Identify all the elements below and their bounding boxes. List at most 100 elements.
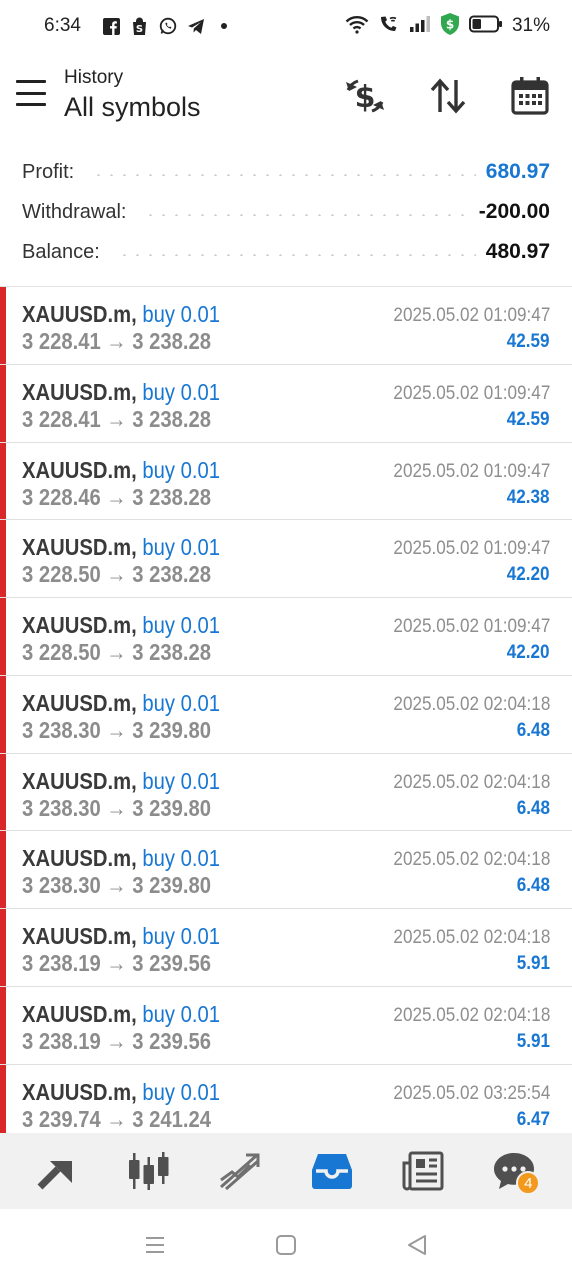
arrow-icon: → bbox=[106, 561, 127, 588]
trade-action: buy 0.01 bbox=[142, 1078, 220, 1105]
arrow-icon: → bbox=[106, 872, 127, 899]
close-price: 3 238.28 bbox=[132, 483, 212, 510]
trade-type-bar bbox=[0, 287, 6, 364]
trade-row[interactable]: XAUUSD.m, buy 0.01 3 228.41 → 3 238.28 2… bbox=[0, 364, 572, 443]
trade-symbol: XAUUSD.m, buy 0.01 bbox=[22, 612, 220, 639]
currency-exchange-button[interactable]: $ bbox=[343, 74, 387, 118]
nav-history[interactable] bbox=[302, 1141, 362, 1201]
menu-button[interactable] bbox=[16, 80, 46, 106]
whatsapp-icon bbox=[159, 17, 177, 35]
trade-row[interactable]: XAUUSD.m, buy 0.01 3 238.19 → 3 239.56 2… bbox=[0, 986, 572, 1065]
close-price: 3 238.28 bbox=[132, 639, 212, 665]
trade-time: 2025.05.02 02:04:18 bbox=[393, 693, 550, 715]
svg-text:S: S bbox=[136, 24, 143, 35]
trade-row[interactable]: XAUUSD.m, buy 0.01 3 238.30 → 3 239.80 2… bbox=[0, 675, 572, 754]
nav-chart[interactable] bbox=[119, 1141, 179, 1201]
calendar-button[interactable] bbox=[508, 74, 552, 118]
close-price: 3 238.28 bbox=[132, 405, 212, 432]
close-price: 3 239.80 bbox=[132, 794, 212, 821]
trade-profit: 6.48 bbox=[516, 875, 550, 897]
recent-apps-button[interactable] bbox=[135, 1225, 175, 1265]
balance-label: Balance: bbox=[22, 240, 108, 264]
close-price: 3 241.24 bbox=[132, 1105, 212, 1132]
trade-symbol: XAUUSD.m, buy 0.01 bbox=[22, 457, 220, 484]
calendar-icon bbox=[511, 77, 549, 115]
status-bar: 6:34 S $ 31% bbox=[0, 0, 572, 52]
svg-text:$: $ bbox=[446, 17, 454, 31]
symbol-name: XAUUSD.m, bbox=[22, 378, 137, 405]
arrow-icon: → bbox=[106, 328, 127, 354]
open-price: 3 228.41 bbox=[22, 328, 101, 354]
arrow-icon: → bbox=[106, 483, 127, 510]
trade-row[interactable]: XAUUSD.m, buy 0.01 3 228.50 → 3 238.28 2… bbox=[0, 598, 572, 676]
trade-row[interactable]: XAUUSD.m, buy 0.01 3 238.30 → 3 239.80 2… bbox=[0, 753, 572, 832]
trade-prices: 3 228.46 → 3 238.28 bbox=[22, 484, 211, 511]
symbol-filter-title[interactable]: All symbols bbox=[64, 90, 201, 124]
open-price: 3 238.19 bbox=[22, 950, 101, 976]
open-price: 3 238.19 bbox=[22, 1027, 101, 1054]
symbol-name: XAUUSD.m, bbox=[22, 767, 137, 794]
dotted-leader bbox=[144, 214, 469, 216]
withdrawal-row: Withdrawal: -200.00 bbox=[0, 192, 572, 232]
battery-icon bbox=[468, 15, 503, 38]
trade-symbol: XAUUSD.m, buy 0.01 bbox=[22, 923, 220, 950]
close-price: 3 239.56 bbox=[132, 950, 212, 976]
symbol-name: XAUUSD.m, bbox=[22, 1078, 137, 1105]
withdrawal-value: -200.00 bbox=[478, 200, 550, 223]
symbol-name: XAUUSD.m, bbox=[22, 689, 137, 716]
trade-row[interactable]: XAUUSD.m, buy 0.01 3 239.74 → 3 241.24 2… bbox=[0, 1064, 572, 1133]
sort-button[interactable] bbox=[426, 74, 470, 118]
trade-prices: 3 239.74 → 3 241.24 bbox=[22, 1106, 211, 1133]
profit-value: 680.97 bbox=[485, 160, 550, 183]
trade-action: buy 0.01 bbox=[142, 689, 220, 716]
chat-unread-badge: 4 bbox=[516, 1171, 541, 1195]
back-button[interactable] bbox=[397, 1225, 437, 1265]
open-price: 3 228.46 bbox=[22, 483, 101, 510]
trade-row[interactable]: XAUUSD.m, buy 0.01 3 228.50 → 3 238.28 2… bbox=[0, 520, 572, 598]
open-price: 3 238.30 bbox=[22, 716, 101, 743]
nav-quotes[interactable] bbox=[28, 1141, 88, 1201]
trade-time: 2025.05.02 03:25:54 bbox=[393, 1082, 550, 1104]
trade-profit: 5.91 bbox=[516, 1030, 550, 1052]
arrow-icon: → bbox=[106, 405, 127, 432]
home-button[interactable] bbox=[266, 1225, 306, 1265]
trade-action: buy 0.01 bbox=[142, 612, 220, 638]
app-bar: History All symbols $ bbox=[0, 52, 572, 142]
trade-action: buy 0.01 bbox=[142, 923, 220, 949]
menu-icon-line bbox=[16, 80, 46, 83]
trade-time: 2025.05.02 01:09:47 bbox=[393, 305, 550, 326]
trade-row[interactable]: XAUUSD.m, buy 0.01 3 238.30 → 3 239.80 2… bbox=[0, 831, 572, 909]
trade-type-bar bbox=[0, 364, 6, 442]
system-navigation-bar bbox=[0, 1209, 572, 1280]
open-price: 3 228.50 bbox=[22, 639, 101, 665]
dotted-leader bbox=[117, 254, 476, 256]
close-price: 3 239.80 bbox=[132, 716, 212, 743]
trade-time: 2025.05.02 01:09:47 bbox=[393, 382, 550, 404]
trade-profit: 42.20 bbox=[507, 642, 550, 663]
trade-prices: 3 238.30 → 3 239.80 bbox=[22, 872, 211, 899]
trade-row[interactable]: XAUUSD.m, buy 0.01 3 238.19 → 3 239.56 2… bbox=[0, 909, 572, 987]
trade-prices: 3 228.50 → 3 238.28 bbox=[22, 561, 211, 588]
trade-history-list[interactable]: XAUUSD.m, buy 0.01 3 228.41 → 3 238.28 2… bbox=[0, 287, 572, 1133]
menu-icon-line bbox=[16, 103, 46, 106]
trade-prices: 3 238.30 → 3 239.80 bbox=[22, 795, 211, 822]
trade-prices: 3 238.19 → 3 239.56 bbox=[22, 950, 211, 977]
trade-profit: 6.48 bbox=[516, 719, 550, 741]
status-time: 6:34 bbox=[44, 15, 81, 36]
battery-percentage: 31% bbox=[511, 15, 550, 36]
close-price: 3 239.80 bbox=[132, 872, 212, 899]
open-price: 3 228.50 bbox=[22, 561, 101, 588]
trade-row[interactable]: XAUUSD.m, buy 0.01 3 228.46 → 3 238.28 2… bbox=[0, 442, 572, 521]
symbol-name: XAUUSD.m, bbox=[22, 845, 137, 872]
nav-news[interactable] bbox=[393, 1141, 453, 1201]
bottom-navigation: 4 bbox=[0, 1133, 572, 1209]
trade-profit: 6.48 bbox=[516, 797, 550, 819]
trade-action: buy 0.01 bbox=[142, 767, 220, 794]
nav-chat[interactable]: 4 bbox=[484, 1141, 544, 1201]
signal-icon bbox=[409, 15, 431, 38]
trade-symbol: XAUUSD.m, buy 0.01 bbox=[22, 379, 220, 406]
trade-row[interactable]: XAUUSD.m, buy 0.01 3 228.41 → 3 238.28 2… bbox=[0, 287, 572, 365]
nav-trade[interactable] bbox=[210, 1141, 270, 1201]
trade-symbol: XAUUSD.m, buy 0.01 bbox=[22, 301, 220, 328]
trade-time: 2025.05.02 02:04:18 bbox=[393, 849, 550, 871]
